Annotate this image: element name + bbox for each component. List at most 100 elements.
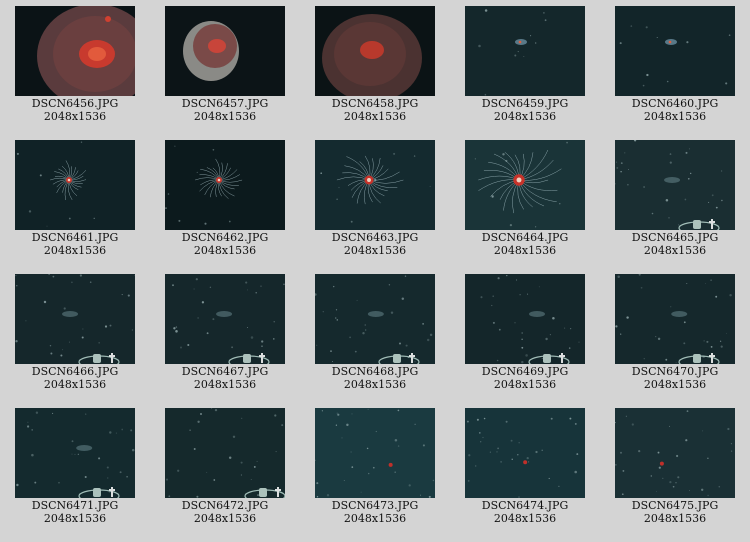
thumbnail-dimensions: 2048x1536 — [43, 244, 107, 257]
thumbnail-dimensions: 2048x1536 — [193, 378, 257, 391]
thumbnail-dimensions: 2048x1536 — [343, 244, 407, 257]
thumbnail-item: DSCN6472.JPG 2048x1536 — [165, 408, 285, 528]
thumbnail-item: DSCN6457.JPG 2048x1536 — [165, 6, 285, 126]
thumbnail-item: DSCN6466.JPG 2048x1536 — [15, 274, 135, 394]
thumbnail-item: DSCN6460.JPG 2048x1536 — [615, 6, 735, 126]
thumbnail-dimensions: 2048x1536 — [43, 512, 107, 525]
thumbnail-filename[interactable]: DSCN6459.JPG — [450, 97, 600, 110]
thumbnail-item: DSCN6474.JPG 2048x1536 — [465, 408, 585, 528]
thumbnail-image[interactable] — [165, 408, 285, 498]
thumbnail-graphic — [480, 274, 580, 364]
thumbnail-graphic — [16, 411, 135, 498]
thumbnail-dimensions: 2048x1536 — [193, 244, 257, 257]
thumbnail-graphic — [165, 408, 285, 498]
thumbnail-image[interactable] — [165, 140, 285, 230]
thumbnail-item: DSCN6458.JPG 2048x1536 — [315, 6, 435, 126]
thumbnail-image[interactable] — [615, 6, 735, 96]
thumbnail-filename[interactable]: DSCN6473.JPG — [300, 499, 450, 512]
thumbnail-dimensions: 2048x1536 — [343, 512, 407, 525]
thumbnail-graphic — [478, 9, 547, 96]
thumbnail-filename[interactable]: DSCN6464.JPG — [450, 231, 600, 244]
thumbnail-item: DSCN6459.JPG 2048x1536 — [465, 6, 585, 126]
thumbnail-graphic — [320, 152, 431, 223]
thumbnail-filename[interactable]: DSCN6471.JPG — [0, 499, 150, 512]
thumbnail-image[interactable] — [465, 274, 585, 364]
thumbnail-image[interactable] — [165, 6, 285, 96]
thumbnail-dimensions: 2048x1536 — [493, 244, 557, 257]
thumbnail-graphic — [615, 410, 733, 497]
thumbnail-filename[interactable]: DSCN6466.JPG — [0, 365, 150, 378]
thumbnail-filename[interactable]: DSCN6468.JPG — [300, 365, 450, 378]
thumbnail-dimensions: 2048x1536 — [493, 110, 557, 123]
thumbnail-graphic — [615, 140, 723, 230]
thumbnail-filename[interactable]: DSCN6460.JPG — [600, 97, 750, 110]
thumbnail-image[interactable] — [15, 6, 135, 96]
thumbnail-image[interactable] — [15, 274, 135, 364]
thumbnail-item: DSCN6469.JPG 2048x1536 — [465, 274, 585, 394]
thumbnail-item: DSCN6461.JPG 2048x1536 — [15, 140, 135, 260]
thumbnail-image[interactable] — [465, 140, 585, 230]
thumbnail-image[interactable] — [15, 408, 135, 498]
thumbnail-image[interactable] — [465, 6, 585, 96]
thumbnail-graphic — [183, 21, 239, 81]
thumbnail-graphic — [16, 141, 95, 227]
thumbnail-dimensions: 2048x1536 — [643, 110, 707, 123]
thumbnail-dimensions: 2048x1536 — [643, 512, 707, 525]
thumbnail-item: DSCN6473.JPG 2048x1536 — [315, 408, 435, 528]
thumbnail-image[interactable] — [315, 274, 435, 364]
thumbnail-item: DSCN6468.JPG 2048x1536 — [315, 274, 435, 394]
thumbnail-filename[interactable]: DSCN6456.JPG — [0, 97, 150, 110]
thumbnail-dimensions: 2048x1536 — [643, 244, 707, 257]
thumbnail-filename[interactable]: DSCN6461.JPG — [0, 231, 150, 244]
thumbnail-filename[interactable]: DSCN6463.JPG — [300, 231, 450, 244]
thumbnail-image[interactable] — [615, 274, 735, 364]
thumbnail-filename[interactable]: DSCN6470.JPG — [600, 365, 750, 378]
thumbnail-dimensions: 2048x1536 — [643, 378, 707, 391]
thumbnail-filename[interactable]: DSCN6472.JPG — [150, 499, 300, 512]
thumbnail-filename[interactable]: DSCN6457.JPG — [150, 97, 300, 110]
thumbnail-item: DSCN6475.JPG 2048x1536 — [615, 408, 735, 528]
thumbnail-graphic — [172, 278, 285, 364]
thumbnail-item: DSCN6462.JPG 2048x1536 — [165, 140, 285, 260]
thumbnail-graphic — [466, 417, 579, 498]
thumbnail-dimensions: 2048x1536 — [43, 378, 107, 391]
thumbnail-graphic — [615, 274, 732, 364]
thumbnail-item: DSCN6467.JPG 2048x1536 — [165, 274, 285, 394]
thumbnail-item: DSCN6464.JPG 2048x1536 — [465, 140, 585, 260]
thumbnail-graphic — [37, 6, 135, 96]
thumbnail-filename[interactable]: DSCN6462.JPG — [150, 231, 300, 244]
thumbnail-filename[interactable]: DSCN6465.JPG — [600, 231, 750, 244]
thumbnail-image[interactable] — [165, 274, 285, 364]
thumbnail-dimensions: 2048x1536 — [493, 378, 557, 391]
thumbnail-image[interactable] — [15, 140, 135, 230]
thumbnail-image[interactable] — [315, 140, 435, 230]
thumbnail-filename[interactable]: DSCN6475.JPG — [600, 499, 750, 512]
thumbnail-filename[interactable]: DSCN6458.JPG — [300, 97, 450, 110]
thumbnail-image[interactable] — [615, 408, 735, 498]
thumbnail-graphic — [165, 145, 243, 225]
thumbnail-item: DSCN6465.JPG 2048x1536 — [615, 140, 735, 260]
thumbnail-graphic — [474, 141, 568, 228]
thumbnail-filename[interactable]: DSCN6467.JPG — [150, 365, 300, 378]
thumbnail-graphic — [619, 25, 731, 87]
thumbnail-dimensions: 2048x1536 — [343, 378, 407, 391]
thumbnail-dimensions: 2048x1536 — [43, 110, 107, 123]
thumbnail-gallery: DSCN6456.JPG 2048x1536 DSCN6457.JPG 2048x15… — [0, 0, 750, 542]
thumbnail-graphic — [322, 14, 422, 96]
thumbnail-graphic — [15, 274, 135, 364]
thumbnail-dimensions: 2048x1536 — [193, 110, 257, 123]
thumbnail-item: DSCN6456.JPG 2048x1536 — [15, 6, 135, 126]
thumbnail-dimensions: 2048x1536 — [493, 512, 557, 525]
thumbnail-image[interactable] — [465, 408, 585, 498]
thumbnail-image[interactable] — [315, 408, 435, 498]
thumbnail-graphic — [315, 275, 433, 364]
thumbnail-dimensions: 2048x1536 — [193, 512, 257, 525]
thumbnail-filename[interactable]: DSCN6469.JPG — [450, 365, 600, 378]
thumbnail-item: DSCN6471.JPG 2048x1536 — [15, 408, 135, 528]
thumbnail-item: DSCN6463.JPG 2048x1536 — [315, 140, 435, 260]
thumbnail-item: DSCN6470.JPG 2048x1536 — [615, 274, 735, 394]
thumbnail-graphic — [315, 408, 435, 498]
thumbnail-image[interactable] — [315, 6, 435, 96]
thumbnail-image[interactable] — [615, 140, 735, 230]
thumbnail-filename[interactable]: DSCN6474.JPG — [450, 499, 600, 512]
